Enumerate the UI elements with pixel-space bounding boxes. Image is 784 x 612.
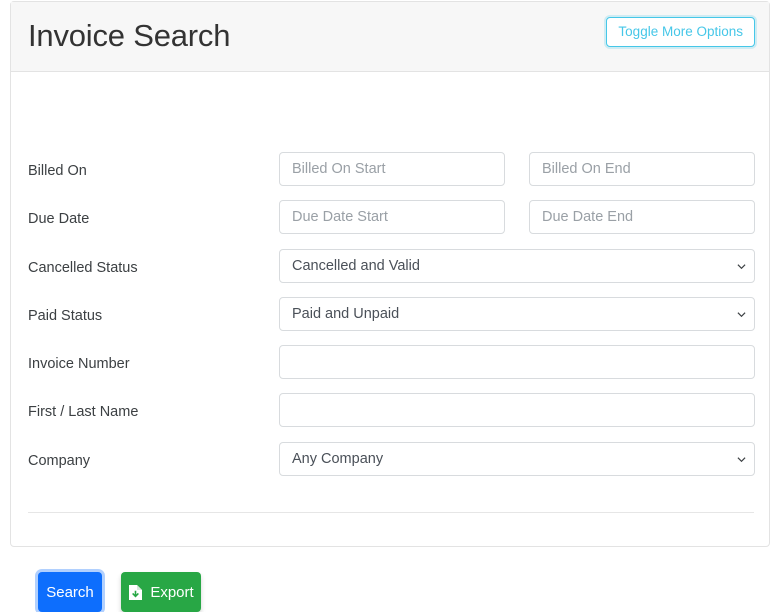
- form-row-invoice-number: Invoice Number: [11, 345, 769, 383]
- due-date-start-input[interactable]: [279, 200, 505, 234]
- label-due-date: Due Date: [28, 211, 90, 227]
- form-row-company: Company Any Company: [11, 442, 769, 480]
- form-row-paid-status: Paid Status Paid and Unpaid: [11, 297, 769, 335]
- first-last-name-input[interactable]: [279, 393, 755, 427]
- label-billed-on: Billed On: [28, 163, 87, 179]
- label-paid-status: Paid Status: [28, 308, 103, 324]
- form-row-first-last-name: First / Last Name: [11, 393, 769, 431]
- label-company: Company: [28, 453, 91, 469]
- file-export-icon: [128, 584, 143, 601]
- cancelled-status-select-wrap: Cancelled and Valid: [279, 249, 755, 283]
- search-form: Billed On Due Date Cancelled Status Canc…: [11, 72, 769, 612]
- paid-status-select-wrap: Paid and Unpaid: [279, 297, 755, 331]
- export-button-label: Export: [150, 583, 194, 601]
- cancelled-status-select[interactable]: Cancelled and Valid: [279, 249, 755, 283]
- toggle-more-options-button[interactable]: Toggle More Options: [606, 17, 755, 47]
- label-invoice-number: Invoice Number: [28, 356, 130, 372]
- due-date-end-input[interactable]: [529, 200, 755, 234]
- company-select[interactable]: Any Company: [279, 442, 755, 476]
- company-select-wrap: Any Company: [279, 442, 755, 476]
- form-row-due-date: Due Date: [11, 200, 769, 238]
- paid-status-select[interactable]: Paid and Unpaid: [279, 297, 755, 331]
- invoice-number-input[interactable]: [279, 345, 755, 379]
- card-header: Invoice Search Toggle More Options: [11, 2, 769, 72]
- form-divider: [28, 512, 754, 513]
- label-first-last-name: First / Last Name: [28, 404, 139, 420]
- billed-on-start-input[interactable]: [279, 152, 505, 186]
- form-row-cancelled-status: Cancelled Status Cancelled and Valid: [11, 249, 769, 287]
- search-button[interactable]: Search: [38, 572, 102, 612]
- page-title: Invoice Search: [28, 18, 231, 53]
- label-cancelled-status: Cancelled Status: [28, 260, 138, 276]
- form-row-billed-on: Billed On: [11, 152, 769, 190]
- export-button[interactable]: Export: [121, 572, 201, 612]
- billed-on-end-input[interactable]: [529, 152, 755, 186]
- invoice-search-card: Invoice Search Toggle More Options Bille…: [10, 1, 770, 612]
